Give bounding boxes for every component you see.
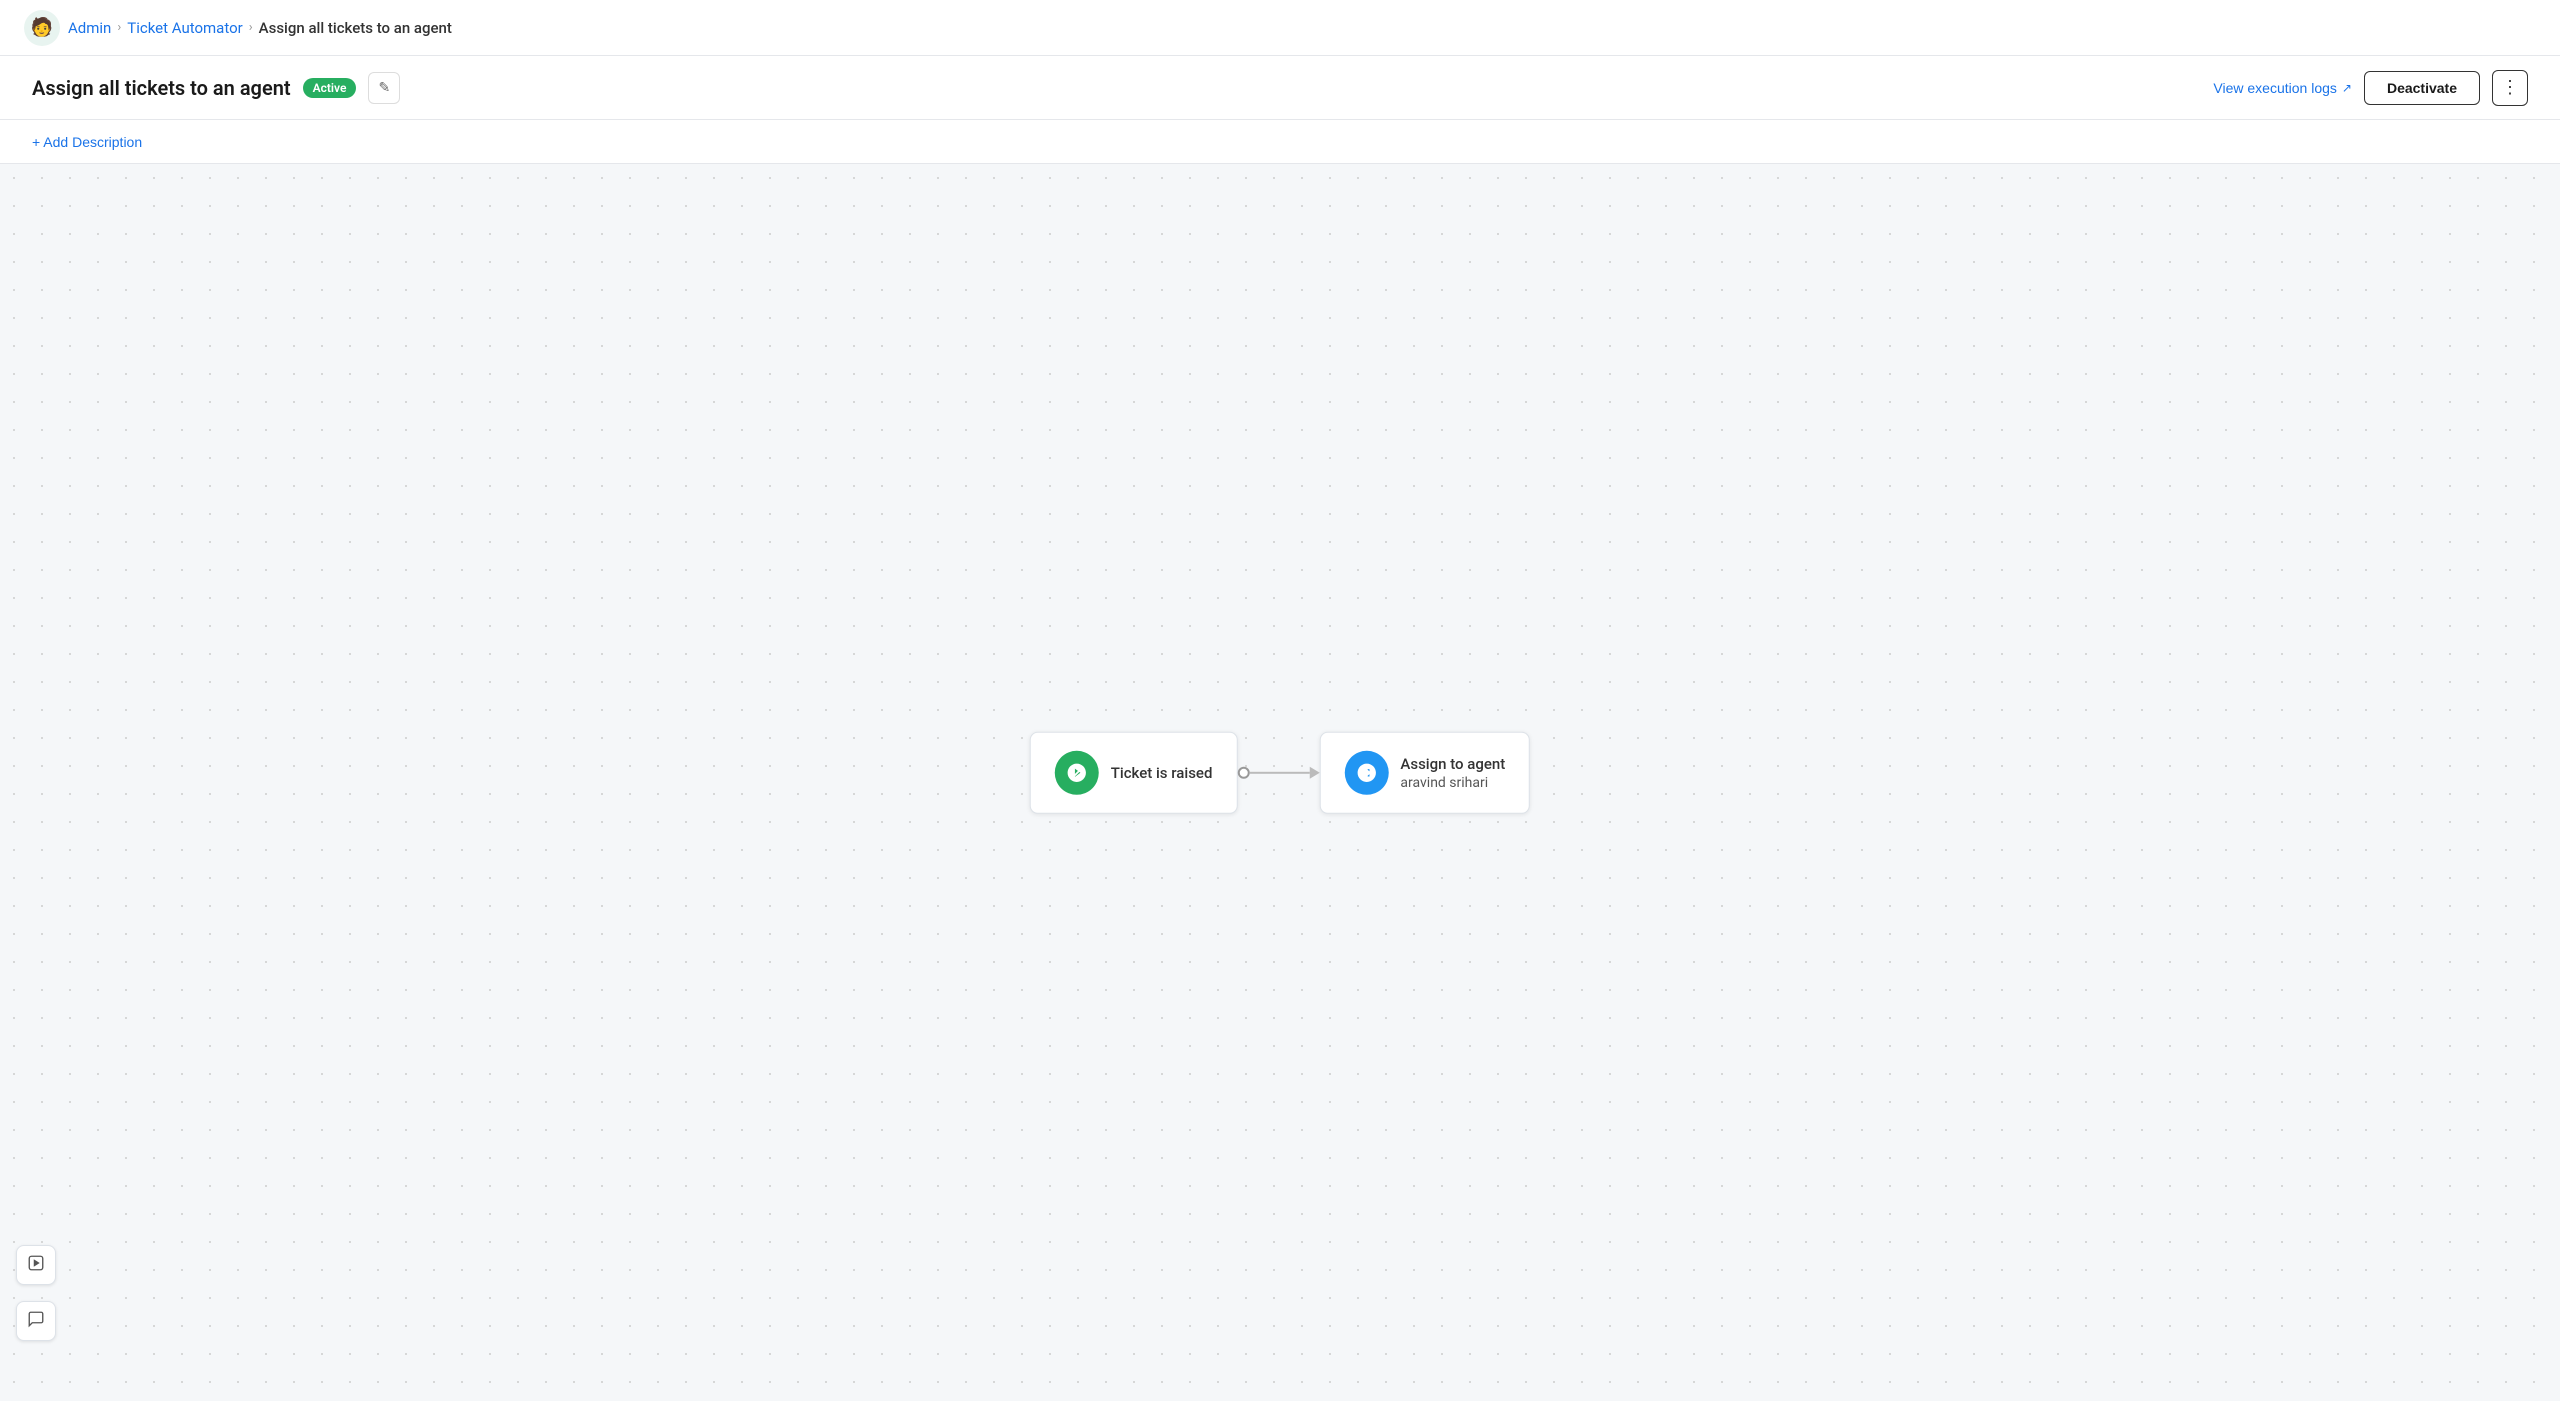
connector-circle	[1237, 766, 1249, 778]
breadcrumb-sep-2: ›	[249, 20, 253, 35]
run-icon	[27, 1254, 45, 1277]
breadcrumb: Admin › Ticket Automator › Assign all ti…	[68, 19, 452, 37]
action-node-line1: Assign to agent	[1400, 754, 1505, 772]
top-nav: 🧑 Admin › Ticket Automator › Assign all …	[0, 0, 2560, 56]
view-logs-label: View execution logs	[2213, 80, 2336, 96]
breadcrumb-admin-link[interactable]: Admin	[68, 19, 111, 37]
connector-line	[1249, 771, 1309, 773]
avatar: 🧑	[24, 10, 60, 46]
status-badge: Active	[303, 78, 357, 98]
breadcrumb-automator-link[interactable]: Ticket Automator	[127, 19, 243, 37]
sub-header: + Add Description	[0, 120, 2560, 164]
trigger-node[interactable]: Ticket is raised	[1030, 731, 1238, 813]
run-icon-button[interactable]	[16, 1245, 56, 1285]
page-title: Assign all tickets to an agent	[32, 76, 291, 100]
action-node-text: Assign to agent aravind srihari	[1400, 754, 1505, 790]
add-description-button[interactable]: + Add Description	[32, 134, 142, 150]
chat-icon	[27, 1310, 45, 1333]
action-node-icon	[1344, 750, 1388, 794]
ellipsis-icon: ⋮	[2501, 77, 2519, 98]
pencil-icon: ✎	[379, 79, 391, 96]
page-header-left: Assign all tickets to an agent Active ✎	[32, 72, 400, 104]
deactivate-button[interactable]: Deactivate	[2364, 71, 2480, 105]
more-options-button[interactable]: ⋮	[2492, 70, 2528, 106]
page-header: Assign all tickets to an agent Active ✎ …	[0, 56, 2560, 120]
flow-container: Ticket is raised Assign to agent aravind…	[1030, 731, 1530, 813]
chat-icon-button[interactable]	[16, 1301, 56, 1341]
breadcrumb-sep-1: ›	[117, 20, 121, 35]
edit-button[interactable]: ✎	[368, 72, 400, 104]
flow-connector	[1237, 766, 1319, 778]
breadcrumb-current: Assign all tickets to an agent	[259, 19, 452, 37]
flow-canvas: Ticket is raised Assign to agent aravind…	[0, 164, 2560, 1397]
trigger-node-icon	[1055, 750, 1099, 794]
bottom-toolbar	[16, 1245, 56, 1341]
action-node-line2: aravind srihari	[1400, 774, 1505, 790]
connector-arrow	[1309, 766, 1319, 778]
external-link-icon: ↗	[2342, 81, 2352, 95]
trigger-node-label: Ticket is raised	[1111, 763, 1213, 781]
action-node[interactable]: Assign to agent aravind srihari	[1319, 731, 1530, 813]
view-execution-logs-button[interactable]: View execution logs ↗	[2213, 80, 2352, 96]
page-header-right: View execution logs ↗ Deactivate ⋮	[2213, 70, 2528, 106]
